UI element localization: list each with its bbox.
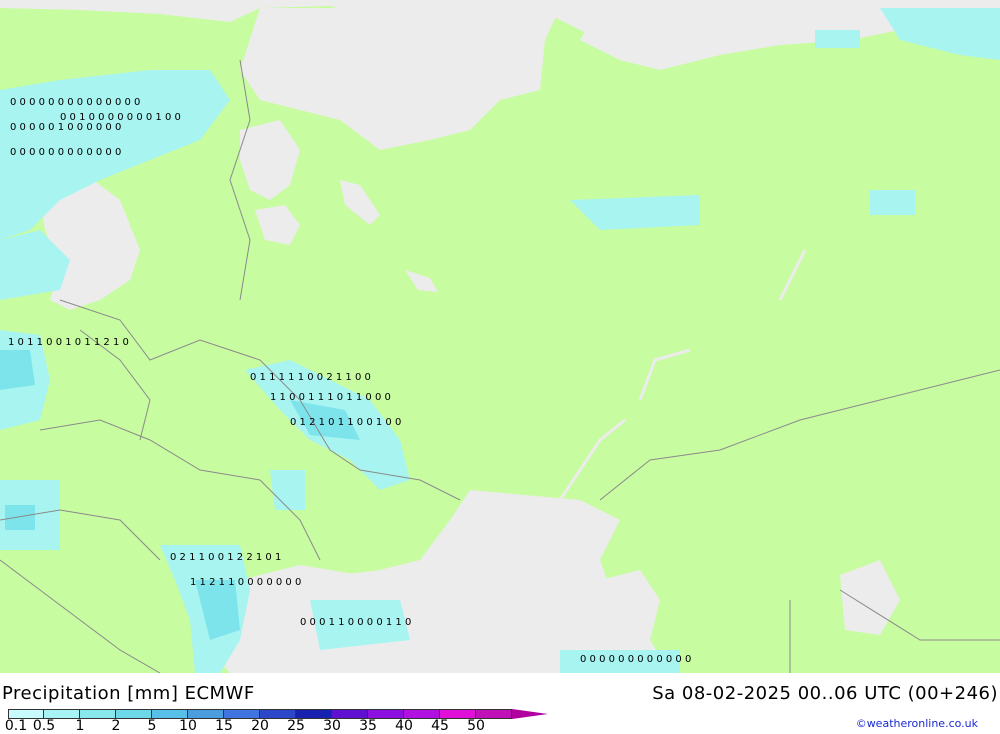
legend-tick-label: 25 bbox=[287, 718, 305, 734]
legend-tick-label: 35 bbox=[359, 718, 377, 734]
precip-value-row: 1 1 0 0 1 1 1 0 1 1 0 0 0 bbox=[270, 392, 391, 403]
map-footer: Precipitation [mm] ECMWF Sa 08-02-2025 0… bbox=[0, 673, 1000, 733]
legend-tick-label: 5 bbox=[147, 718, 157, 734]
precip-value-row: 0 0 0 0 0 0 0 0 0 0 0 0 0 0 bbox=[10, 97, 140, 108]
legend-tick-label: 45 bbox=[431, 718, 449, 734]
legend-tick-label: 15 bbox=[215, 718, 233, 734]
precip-value-row: 0 2 1 1 0 0 1 2 2 1 0 1 bbox=[170, 552, 281, 563]
legend-tick-label: 40 bbox=[395, 718, 413, 734]
precipitation-map: 0 0 0 0 0 0 0 0 0 0 0 0 0 0 0 0 0 0 0 1 0… bbox=[0, 0, 1000, 673]
map-title: Precipitation [mm] ECMWF bbox=[2, 683, 255, 704]
legend-arrow-icon bbox=[512, 709, 548, 719]
site-credit[interactable]: ©weatheronline.co.uk bbox=[856, 717, 978, 730]
precip-value-row: 1 1 2 1 1 0 0 0 0 0 0 0 bbox=[190, 577, 301, 588]
legend-tick-label: 50 bbox=[467, 718, 485, 734]
legend-tick-label: 20 bbox=[251, 718, 269, 734]
legend-tick-label: 30 bbox=[323, 718, 341, 734]
precip-value-row: 0 0 0 1 1 0 0 0 0 1 1 0 bbox=[300, 617, 411, 628]
legend-tick-label: 2 bbox=[111, 718, 121, 734]
precip-value-row: 0 1 2 1 0 1 1 0 0 1 0 0 bbox=[290, 417, 401, 428]
legend-tick-label: 1 bbox=[75, 718, 85, 734]
legend-tick-label: 0.5 bbox=[32, 718, 56, 734]
precip-value-row: 0 0 0 0 0 0 0 0 0 0 0 0 bbox=[10, 147, 121, 158]
legend-tick-label: 10 bbox=[179, 718, 197, 734]
precip-value-row: 0 0 0 0 0 0 0 0 0 0 0 0 bbox=[580, 654, 691, 665]
precip-value-row: 0 0 1 0 0 0 0 0 0 0 1 0 0 bbox=[60, 112, 181, 123]
map-canvas: 0 0 0 0 0 0 0 0 0 0 0 0 0 0 0 0 0 0 0 1 0… bbox=[0, 6, 1000, 673]
legend-ticks: 0.1 0.5 1 2 5 10 15 20 25 30 35 40 45 50 bbox=[0, 719, 520, 733]
legend-tick-label: 0.1 bbox=[4, 718, 28, 734]
precip-value-row: 0 0 0 0 0 1 0 0 0 0 0 0 bbox=[10, 122, 121, 133]
forecast-datetime: Sa 08-02-2025 00..06 UTC (00+246) bbox=[652, 683, 998, 704]
precip-value-row: 1 0 1 1 0 0 1 0 1 1 2 1 0 bbox=[8, 337, 129, 348]
precip-value-row: 0 1 1 1 1 1 0 0 2 1 1 0 0 bbox=[250, 372, 371, 383]
